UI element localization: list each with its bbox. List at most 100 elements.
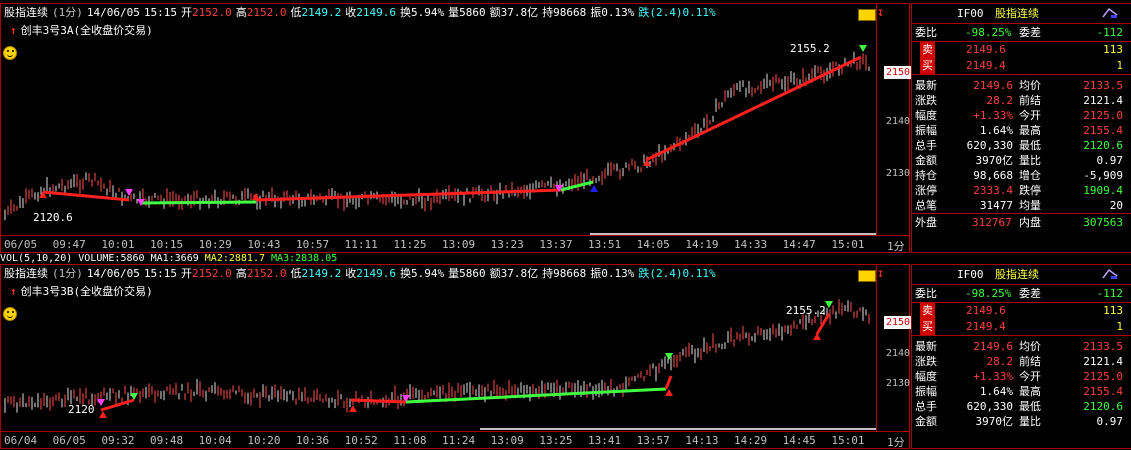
top-header: 股指连续 (1分) 14/06/05 15:15 开2152.0 高2152.0 低2149…: [4, 6, 720, 19]
top-hold-label: 持: [542, 6, 554, 19]
top-amp-label: 振: [590, 6, 602, 19]
buy-signal-arrow: [252, 193, 260, 200]
wei-bi-label: 委比: [915, 26, 937, 39]
ma2-value: 2881.7: [228, 253, 265, 264]
ma3-value: 2838.05: [295, 253, 338, 264]
quote-value: 620,330: [966, 139, 1013, 152]
bottom-amp: 0.13%: [601, 267, 635, 280]
long-position-line: [664, 375, 673, 390]
bottom-low: 2149.2: [301, 267, 342, 280]
quote-label: 均价: [1019, 340, 1041, 353]
quote-code: IF00: [957, 7, 984, 20]
sell-price-2: 2149.6: [966, 304, 1006, 317]
eraser-icon[interactable]: [858, 9, 876, 21]
top-turnover-label: 换: [399, 6, 411, 19]
top-unit[interactable]: 1分: [887, 238, 905, 254]
buy-row-2[interactable]: 买 2149.4 1: [912, 319, 1131, 336]
quote-label: 总手: [915, 400, 937, 413]
bottom-turnover-label: 换: [399, 267, 411, 280]
top-open-label: 开: [180, 6, 192, 19]
sell-signal-arrow: [665, 353, 673, 360]
time-label: 13:57: [636, 434, 670, 447]
sell-price: 2149.6: [966, 43, 1006, 56]
bottom-volume-label: 量: [448, 267, 460, 280]
bottom-scrollbar[interactable]: [480, 428, 876, 430]
top-low-annotation: 2120.6: [33, 211, 73, 224]
bottom-amp-label: 振: [590, 267, 602, 280]
top-title: 股指连续: [4, 6, 48, 19]
buy-row[interactable]: 买 2149.4 1: [912, 58, 1131, 75]
top-time-axis: 06/05 09:47 10:01 10:15 10:29 10:43 10:57 11:11…: [0, 238, 876, 252]
sell-row[interactable]: 卖 2149.6 113: [912, 42, 1131, 58]
bottom-high-annotation: 2155.2: [786, 304, 826, 317]
top-close-label: 收: [345, 6, 357, 19]
flag-icon[interactable]: [1101, 268, 1119, 280]
wei-cha-value: -112: [1096, 26, 1124, 39]
quote-label: 增仓: [1019, 169, 1041, 182]
time-label: 10:36: [296, 434, 330, 447]
top-open: 2152.0: [191, 6, 232, 19]
quote-row: 振幅 1.64% 最高 2155.4: [912, 384, 1131, 399]
bottom-hold: 98668: [553, 267, 587, 280]
quote-value: 98,668: [973, 169, 1013, 182]
bottom-fall-pct: 0.11%: [682, 267, 716, 280]
time-label: 10:43: [247, 238, 281, 251]
sell-qty-2: 113: [1103, 304, 1123, 317]
bottom-close: 2149.6: [356, 267, 396, 280]
eraser-icon[interactable]: [858, 270, 876, 282]
indicator-name[interactable]: VOL(5,10,20): [0, 253, 72, 264]
ma1-value: 3669: [174, 253, 199, 264]
quote-label: 最新: [915, 79, 937, 92]
buy-label: 买: [920, 58, 935, 74]
bottom-close-label: 收: [345, 267, 357, 280]
quote-label: 振幅: [915, 124, 937, 137]
bottom-chart-plot: [4, 299, 870, 418]
quote-label: 最新: [915, 340, 937, 353]
bottom-open-label: 开: [180, 267, 192, 280]
time-label: 11:08: [393, 434, 427, 447]
time-label: 14:33: [734, 238, 768, 251]
top-high-annotation: 2155.2: [790, 42, 830, 55]
bottom-fall-detail: (2.4): [649, 267, 683, 280]
time-label: 09:32: [101, 434, 135, 447]
quote-row: 涨跌 28.2 前结 2121.4: [912, 93, 1131, 108]
buy-price: 2149.4: [966, 59, 1006, 72]
time-label: 14:29: [734, 434, 768, 447]
buy-qty-2: 1: [1116, 320, 1123, 333]
top-amount-label: 额: [489, 6, 501, 19]
bottom-low-label: 低: [290, 267, 302, 280]
quote-value: 2120.6: [1083, 139, 1123, 152]
quote-row: 总手 620,330 最低 2120.6: [912, 399, 1131, 414]
quote-value: 2125.0: [1083, 370, 1123, 383]
quote-value: 2333.4: [973, 184, 1013, 197]
bottom-price-tag: 2150: [884, 316, 913, 329]
time-label: 11:11: [344, 238, 378, 251]
quote-label: 涨跌: [915, 355, 937, 368]
time-label: 11:24: [442, 434, 476, 447]
time-label: 13:51: [588, 238, 622, 251]
ma2-label: MA2:: [204, 253, 229, 264]
time-label: 14:45: [782, 434, 816, 447]
quote-label: 今开: [1019, 109, 1041, 122]
flag-icon[interactable]: [1101, 7, 1119, 19]
wei-bi-value: -98.25%: [965, 26, 1012, 39]
quote-name: 股指连续: [995, 7, 1039, 20]
quote-row: 幅度 +1.33% 今开 2125.0: [912, 369, 1131, 384]
outer-label: 外盘: [915, 216, 937, 229]
sell-signal-arrow: [125, 189, 133, 196]
bottom-time: 15:15: [143, 267, 177, 280]
ma1-label: MA1:: [150, 253, 175, 264]
time-label: 14:47: [782, 238, 816, 251]
quote-label: 金额: [915, 154, 937, 167]
bottom-period: (1分): [52, 267, 83, 280]
quote-label: 总笔: [915, 199, 937, 212]
bottom-price-2140: 2140: [886, 348, 911, 359]
top-price-tag: 2150: [884, 66, 913, 79]
top-amount: 37.8亿: [500, 6, 539, 19]
sell-row-2[interactable]: 卖 2149.6 113: [912, 303, 1131, 319]
bottom-unit[interactable]: 1分: [887, 434, 905, 450]
time-label: 10:15: [150, 238, 184, 251]
quote-rows: 最新 2149.6 均价 2133.5 涨跌 28.2 前结 2121.4 幅度 +1.33% 今开…: [912, 75, 1131, 213]
time-label: 10:57: [296, 238, 330, 251]
quote-name-2: 股指连续: [995, 268, 1039, 281]
